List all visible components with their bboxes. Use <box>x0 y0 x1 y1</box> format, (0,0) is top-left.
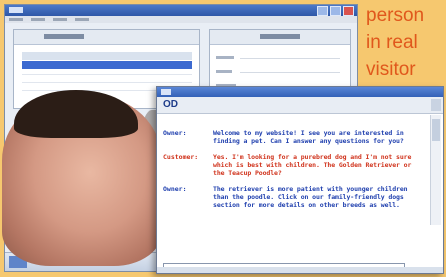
message-text: Yes. I'm looking for a purebred dog and … <box>213 153 412 177</box>
speaker-label: Owner: <box>163 129 187 137</box>
chat-transcript: Owner: Welcome to my website! I see you … <box>163 129 425 217</box>
message-text: The retriever is more patient with young… <box>213 185 408 209</box>
menu-item[interactable] <box>9 18 23 21</box>
chat-app-icon <box>161 89 171 95</box>
maximize-button[interactable] <box>330 6 341 16</box>
chat-status-bar <box>157 267 443 273</box>
chat-titlebar <box>157 87 443 97</box>
app-logo-icon <box>9 7 23 13</box>
speaker-label: Customer: <box>163 153 199 161</box>
menu-item[interactable] <box>31 18 45 21</box>
chat-message: Owner: The retriever is more patient wit… <box>163 185 425 209</box>
chat-message: Owner: Welcome to my website! I see you … <box>163 129 425 145</box>
table-row[interactable] <box>22 74 192 75</box>
menu-bar <box>5 16 357 23</box>
selected-table-row[interactable] <box>22 61 192 69</box>
table-row[interactable] <box>22 82 192 83</box>
field-value[interactable] <box>240 72 340 73</box>
window-titlebar <box>5 5 357 16</box>
message-text: Welcome to my website! I see you are int… <box>213 129 404 145</box>
field-value[interactable] <box>240 58 340 59</box>
scroll-up-button[interactable] <box>431 99 441 111</box>
menu-item[interactable] <box>53 18 67 21</box>
headline-line-3: visitor <box>366 59 416 80</box>
field-label <box>216 56 234 59</box>
chat-toolbar: OD <box>157 97 443 114</box>
close-button[interactable] <box>343 6 354 16</box>
speaker-label: Owner: <box>163 185 187 193</box>
panel-header <box>210 30 350 45</box>
table-header <box>22 52 192 60</box>
headline-text: person in real visitor <box>366 2 446 83</box>
scrollbar-thumb[interactable] <box>432 119 440 141</box>
headline-line-1: person <box>366 5 425 26</box>
panel-header <box>14 30 199 45</box>
headline-line-2: in real <box>366 32 418 53</box>
menu-item[interactable] <box>75 18 89 21</box>
chat-window: OD Owner: Welcome to my website! I see y… <box>156 86 444 274</box>
chat-message: Customer: Yes. I'm looking for a purebre… <box>163 153 425 177</box>
field-label <box>216 70 232 73</box>
vertical-scrollbar[interactable] <box>430 115 441 225</box>
minimize-button[interactable] <box>317 6 328 16</box>
chat-logo: OD <box>163 99 178 110</box>
